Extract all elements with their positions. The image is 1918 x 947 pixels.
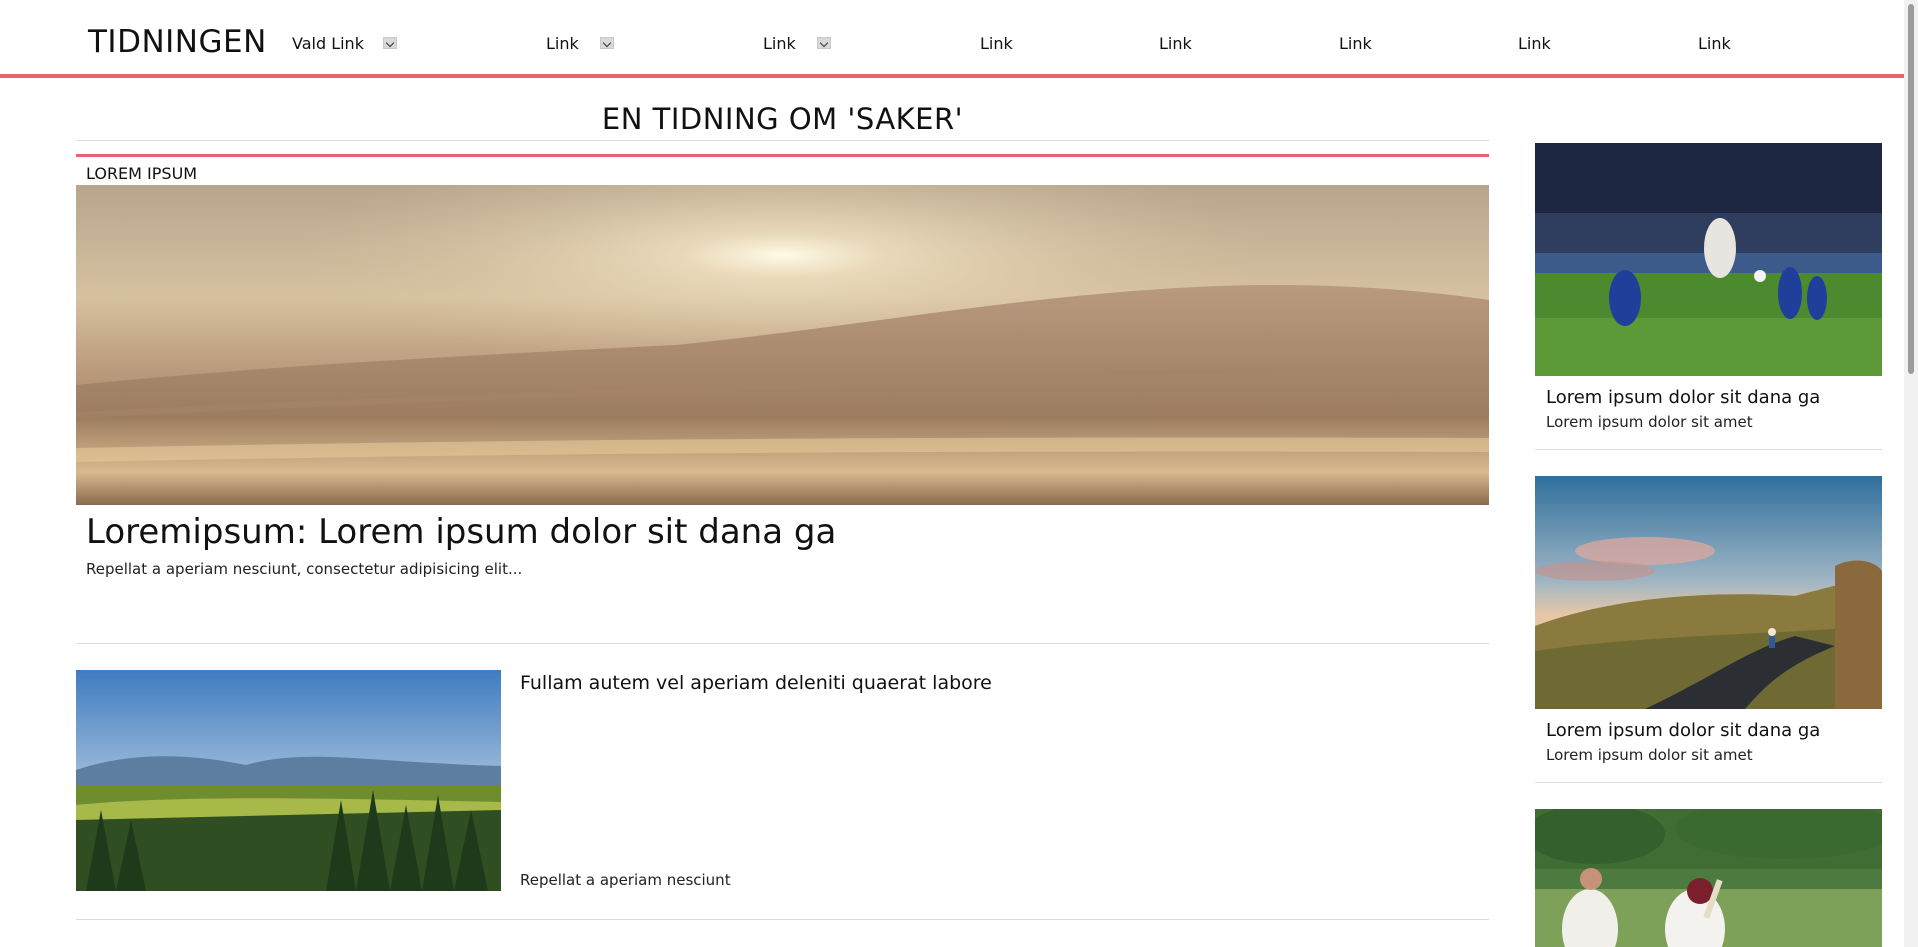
nav-item-vald-link[interactable]: Vald Link — [292, 34, 364, 53]
nav-item-link-2[interactable]: Link — [546, 34, 579, 53]
sidebar-divider — [1535, 449, 1882, 450]
chevron-down-icon[interactable] — [600, 37, 614, 49]
section-kicker: LOREM IPSUM — [86, 164, 198, 183]
site-logo[interactable]: TIDNINGEN — [88, 24, 267, 60]
nav-item-link-6[interactable]: Link — [1339, 34, 1372, 53]
article-title[interactable]: Fullam autem vel aperiam deleniti quaera… — [520, 672, 992, 694]
nav-item-link-3[interactable]: Link — [763, 34, 796, 53]
sidebar-card-image[interactable] — [1535, 476, 1882, 709]
sidebar-card-title[interactable]: Lorem ipsum dolor sit dana ga — [1546, 387, 1820, 408]
title-divider — [76, 140, 1489, 141]
article-divider — [76, 919, 1489, 920]
article-subtitle: Repellat a aperiam nesciunt — [520, 871, 731, 889]
top-navigation-bar: TIDNINGEN Vald Link Link Link Link Link … — [0, 0, 1918, 78]
nav-item-link-8[interactable]: Link — [1698, 34, 1731, 53]
page-title: EN TIDNING OM 'SAKER' — [601, 102, 964, 136]
sidebar-divider — [1535, 782, 1882, 783]
sidebar-card-subtitle: Lorem ipsum dolor sit amet — [1546, 746, 1753, 764]
article-image[interactable] — [76, 670, 501, 891]
chevron-down-icon[interactable] — [383, 37, 397, 49]
sidebar-card-image[interactable] — [1535, 143, 1882, 376]
page-scrollbar[interactable] — [1904, 0, 1918, 947]
nav-item-link-7[interactable]: Link — [1518, 34, 1551, 53]
nav-item-link-4[interactable]: Link — [980, 34, 1013, 53]
featured-image[interactable] — [76, 185, 1489, 505]
sidebar-card-subtitle: Lorem ipsum dolor sit amet — [1546, 413, 1753, 431]
section-accent-rule — [76, 154, 1489, 157]
featured-headline[interactable]: Loremipsum: Lorem ipsum dolor sit dana g… — [86, 512, 836, 552]
sidebar-card-title[interactable]: Lorem ipsum dolor sit dana ga — [1546, 720, 1820, 741]
chevron-down-icon[interactable] — [817, 37, 831, 49]
nav-item-link-5[interactable]: Link — [1159, 34, 1192, 53]
article-divider — [76, 643, 1489, 644]
featured-lede: Repellat a aperiam nesciunt, consectetur… — [86, 560, 523, 578]
sidebar-card-image[interactable] — [1535, 809, 1882, 947]
scrollbar-thumb[interactable] — [1908, 4, 1914, 374]
